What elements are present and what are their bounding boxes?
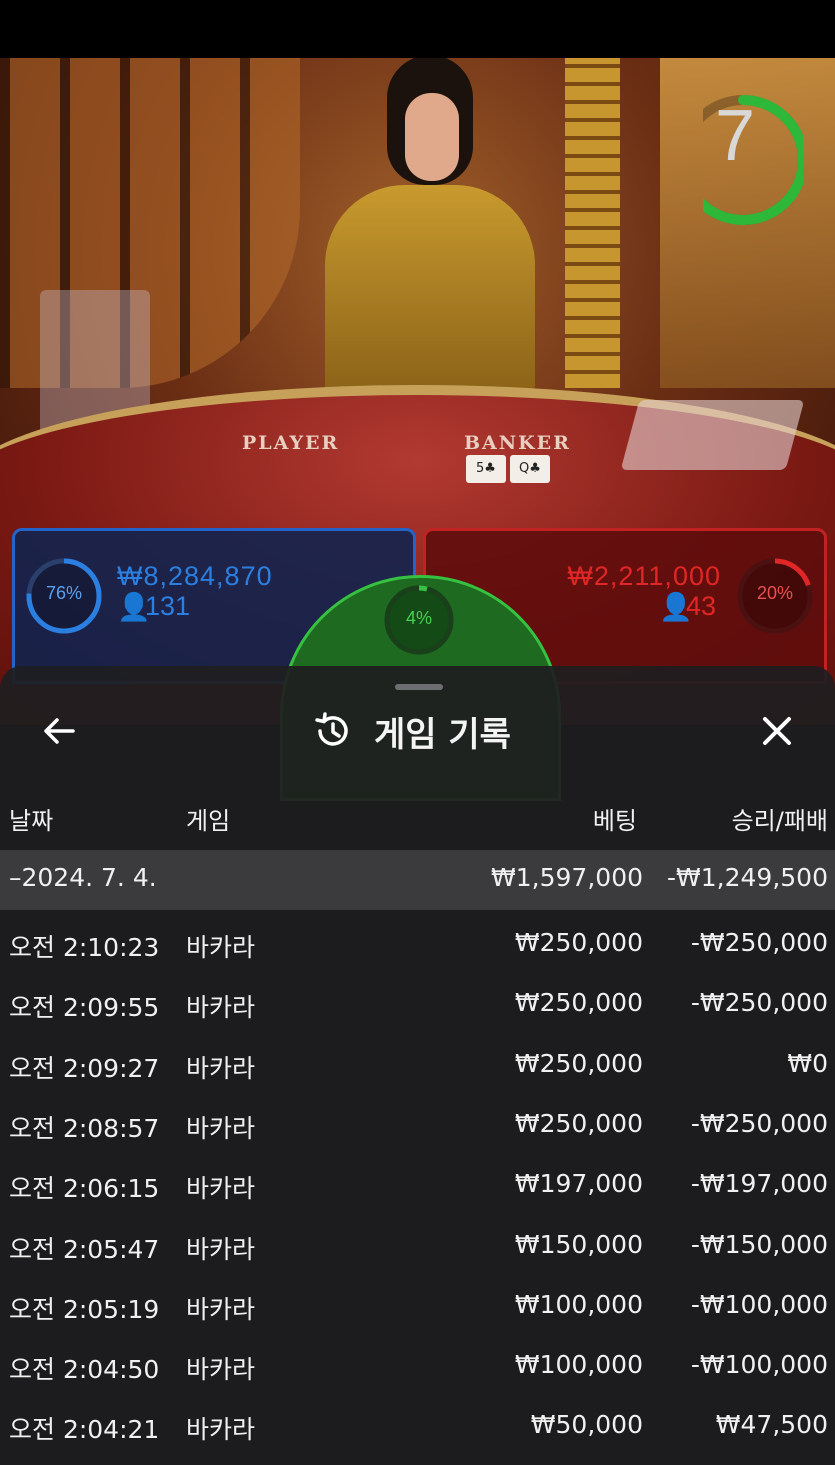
column-header-bet: 베팅 — [592, 807, 637, 835]
history-bet: ₩197,000 — [514, 1169, 643, 1199]
history-game: 바카라 — [186, 1355, 256, 1385]
countdown-value: 7 — [714, 96, 756, 176]
history-game: 바카라 — [186, 1415, 256, 1445]
banker-cards: 5♣ Q♣ — [466, 455, 556, 485]
close-button[interactable] — [752, 706, 802, 756]
status-bar — [0, 0, 835, 58]
back-button[interactable] — [34, 706, 84, 756]
history-result: -₩100,000 — [690, 1289, 828, 1319]
history-row[interactable]: 오전 2:09:27 바카라 ₩250,000 ₩0 — [0, 1036, 835, 1096]
history-result: -₩100,000 — [690, 1350, 828, 1380]
history-bet: ₩150,000 — [514, 1229, 643, 1259]
history-bet: ₩50,000 — [530, 1410, 643, 1440]
history-time: 오전 2:05:47 — [9, 1234, 160, 1264]
table-label-banker: BANKER — [464, 432, 571, 454]
history-row[interactable]: 오전 2:06:15 바카라 ₩197,000 -₩197,000 — [0, 1156, 835, 1216]
history-time: 오전 2:04:50 — [9, 1355, 160, 1385]
history-time: 오전 2:08:57 — [9, 1113, 160, 1143]
history-game: 바카라 — [186, 1174, 256, 1204]
history-row[interactable]: 오전 2:04:21 바카라 ₩50,000 ₩47,500 — [0, 1397, 835, 1457]
history-bet: ₩100,000 — [514, 1289, 643, 1319]
player-amount: ₩8,284,870 — [117, 561, 273, 591]
history-time: 오전 2:09:55 — [9, 993, 160, 1023]
game-screen: PLAYER BANKER 5♣ Q♣ 7 76% ₩8,284,870 👤 1… — [0, 0, 835, 1465]
banker-amount: ₩2,211,000 — [567, 561, 721, 591]
history-game: 바카라 — [186, 1113, 256, 1143]
history-bet: ₩250,000 — [514, 928, 643, 957]
history-time: 오전 2:06:15 — [9, 1174, 160, 1204]
date-group-row[interactable]: –2024. 7. 4. ₩1,597,000 -₩1,249,500 — [0, 850, 835, 910]
decor-pillar — [565, 58, 620, 388]
tie-percent: 4% — [405, 608, 432, 628]
history-result: -₩150,000 — [690, 1229, 828, 1259]
banker-percent: 20% — [756, 583, 794, 603]
date-group-label: –2024. 7. 4. — [9, 863, 157, 892]
dealer — [305, 55, 545, 395]
column-header-date: 날짜 — [9, 807, 54, 835]
history-bet: ₩250,000 — [514, 988, 643, 1018]
history-result: -₩250,000 — [690, 988, 828, 1018]
history-game: 바카라 — [186, 1234, 256, 1264]
history-game: 바카라 — [186, 933, 256, 962]
history-bet: ₩250,000 — [514, 1048, 643, 1078]
sheet-header: 게임 기록 — [312, 706, 511, 756]
history-row[interactable]: 오전 2:08:57 바카라 ₩250,000 -₩250,000 — [0, 1096, 835, 1156]
close-icon — [763, 717, 791, 745]
history-row[interactable]: 오전 2:09:55 바카라 ₩250,000 -₩250,000 — [0, 975, 835, 1035]
history-row[interactable]: 오전 2:05:47 바카라 ₩150,000 -₩150,000 — [0, 1217, 835, 1277]
history-game: 바카라 — [186, 1294, 256, 1324]
column-header-result: 승리/패배 — [731, 807, 828, 835]
table-label-player: PLAYER — [242, 432, 340, 454]
player-percent: 76% — [45, 583, 83, 603]
history-time: 오전 2:09:27 — [9, 1053, 160, 1083]
history-bet: ₩250,000 — [514, 1108, 643, 1138]
history-result: -₩250,000 — [690, 928, 828, 957]
history-time: 오전 2:05:19 — [9, 1294, 160, 1324]
sheet-drag-handle[interactable] — [395, 684, 443, 690]
history-time: 오전 2:10:23 — [9, 933, 160, 962]
history-game: 바카라 — [186, 1053, 256, 1083]
card: 5♣ — [466, 455, 506, 483]
history-result: -₩197,000 — [690, 1169, 828, 1199]
history-result: ₩0 — [787, 1048, 828, 1078]
card-shoe — [620, 400, 805, 470]
player-count: 131 — [145, 591, 191, 621]
history-icon — [315, 712, 348, 746]
history-row[interactable]: 오전 2:04:50 바카라 ₩100,000 -₩100,000 — [0, 1337, 835, 1397]
sheet-title: 게임 기록 — [374, 714, 511, 755]
history-row[interactable]: 오전 2:10:23 바카라 ₩250,000 -₩250,000 — [0, 915, 835, 975]
history-time: 오전 2:04:21 — [9, 1415, 160, 1445]
history-bet: ₩100,000 — [514, 1350, 643, 1380]
game-history-sheet: 게임 기록 날짜 게임 베팅 승리/패배 –2024. 7. 4. ₩1,597… — [0, 666, 835, 1465]
history-game: 바카라 — [186, 993, 256, 1023]
arrow-left-icon — [44, 718, 75, 744]
history-result: ₩47,500 — [715, 1410, 828, 1440]
history-result: -₩250,000 — [690, 1108, 828, 1138]
date-group-bet: ₩1,597,000 — [491, 863, 643, 892]
banker-count: 43 — [686, 591, 717, 621]
history-row[interactable]: 오전 2:05:19 바카라 ₩100,000 -₩100,000 — [0, 1277, 835, 1337]
card: Q♣ — [510, 455, 550, 483]
date-group-result: -₩1,249,500 — [667, 863, 828, 892]
column-header-game: 게임 — [186, 807, 231, 835]
